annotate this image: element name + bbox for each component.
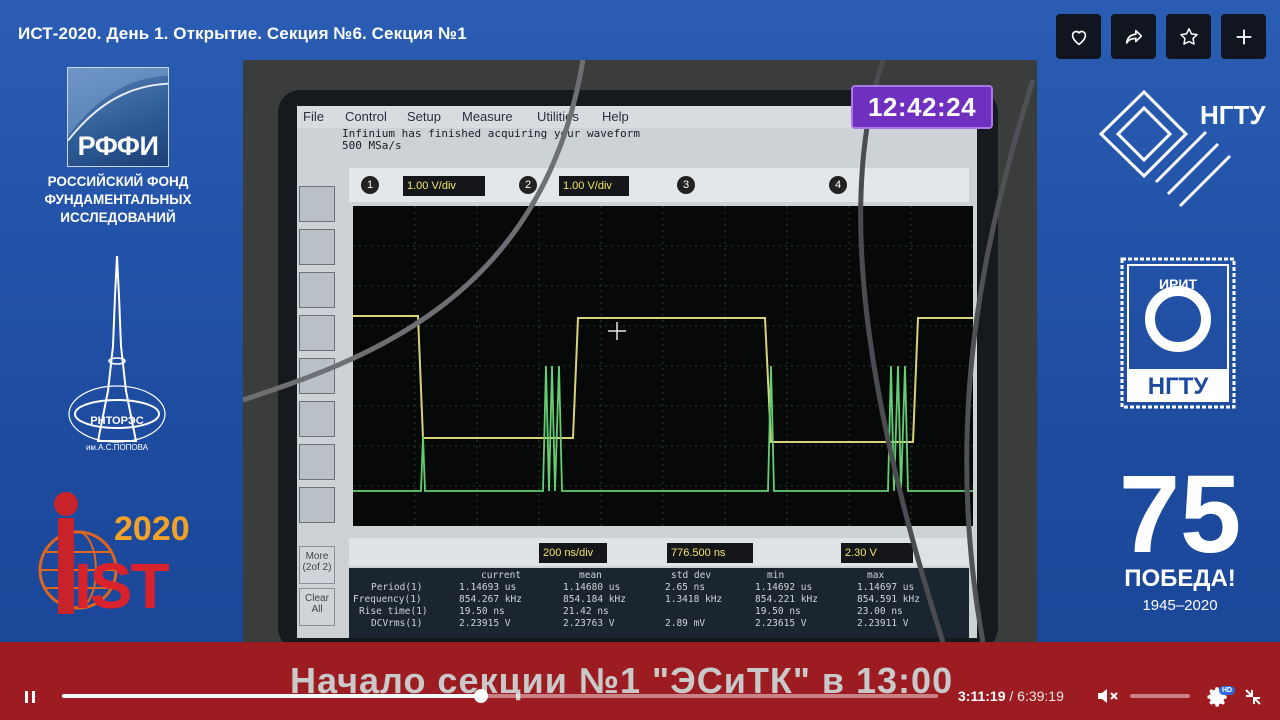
time-display: 3:11:19 / 6:39:19 <box>958 688 1064 704</box>
hd-badge: HD <box>1219 686 1236 695</box>
rffi-full-name: РОССИЙСКИЙ ФОНД ФУНДАМЕНТАЛЬНЫХ ИССЛЕДОВ… <box>20 173 216 227</box>
total-time: 6:39:19 <box>1017 688 1064 704</box>
video-player[interactable]: ИСТ-2020. День 1. Открытие. Секция №6. С… <box>0 0 1280 720</box>
rffi-line-2: ФУНДАМЕНТАЛЬНЫХ <box>44 192 192 207</box>
heart-icon <box>1071 30 1086 45</box>
favorite-button[interactable] <box>1166 14 1211 59</box>
cables-overlay <box>243 60 1036 642</box>
pobeda-word: ПОБЕДА! <box>1124 565 1236 592</box>
add-button[interactable] <box>1221 14 1266 59</box>
ngtu-logo: НГТУ <box>1098 89 1266 208</box>
rffi-logo: РФФИ <box>67 67 169 167</box>
rntores-sub: им.А.С.ПОПОВА <box>86 443 149 452</box>
star-icon <box>1179 27 1198 45</box>
like-button[interactable] <box>1056 14 1101 59</box>
progress-fill <box>62 694 481 698</box>
pobeda-number: 75 <box>1119 453 1241 576</box>
irit-word: ИРИТ <box>1159 276 1197 292</box>
ist-word: IST <box>74 550 169 620</box>
irit-ngtu-word: НГТУ <box>1148 373 1210 400</box>
time-separator: / <box>1005 688 1018 704</box>
ist-year: 2020 <box>114 510 190 548</box>
volume-slider[interactable] <box>1130 694 1190 698</box>
rffi-line-1: РОССИЙСКИЙ ФОНД <box>47 174 189 189</box>
plus-icon <box>1236 29 1251 44</box>
rntores-word: РНТОРЭС <box>90 415 143 427</box>
fullscreen-exit-icon[interactable] <box>1244 688 1262 706</box>
pobeda-years: 1945–2020 <box>1142 597 1217 614</box>
rffi-word: РФФИ <box>77 131 159 161</box>
ist-2020-logo: 2020 IST <box>38 492 190 620</box>
mute-icon[interactable] <box>1096 686 1120 706</box>
pause-icon[interactable] <box>22 689 38 705</box>
share-button[interactable] <box>1111 14 1156 59</box>
progress-bar[interactable] <box>62 689 938 703</box>
clock-overlay: 12:42:24 <box>851 85 993 129</box>
current-time: 3:11:19 <box>958 688 1006 704</box>
progress-knob[interactable] <box>473 689 488 703</box>
rffi-line-3: ИССЛЕДОВАНИЙ <box>60 210 176 225</box>
ngtu-top-word: НГТУ <box>1200 100 1266 130</box>
share-icon <box>1125 29 1142 44</box>
pobeda-75-logo: 75 ПОБЕДА! 1945–2020 <box>1119 453 1241 614</box>
irit-ngtu-logo: ИРИТ НГТУ <box>1120 257 1236 409</box>
top-actions <box>1056 14 1266 59</box>
video-title: ИСТ-2020. День 1. Открытие. Секция №6. С… <box>18 24 467 43</box>
rntores-logo: РНТОРЭС им.А.С.ПОПОВА <box>68 256 166 452</box>
